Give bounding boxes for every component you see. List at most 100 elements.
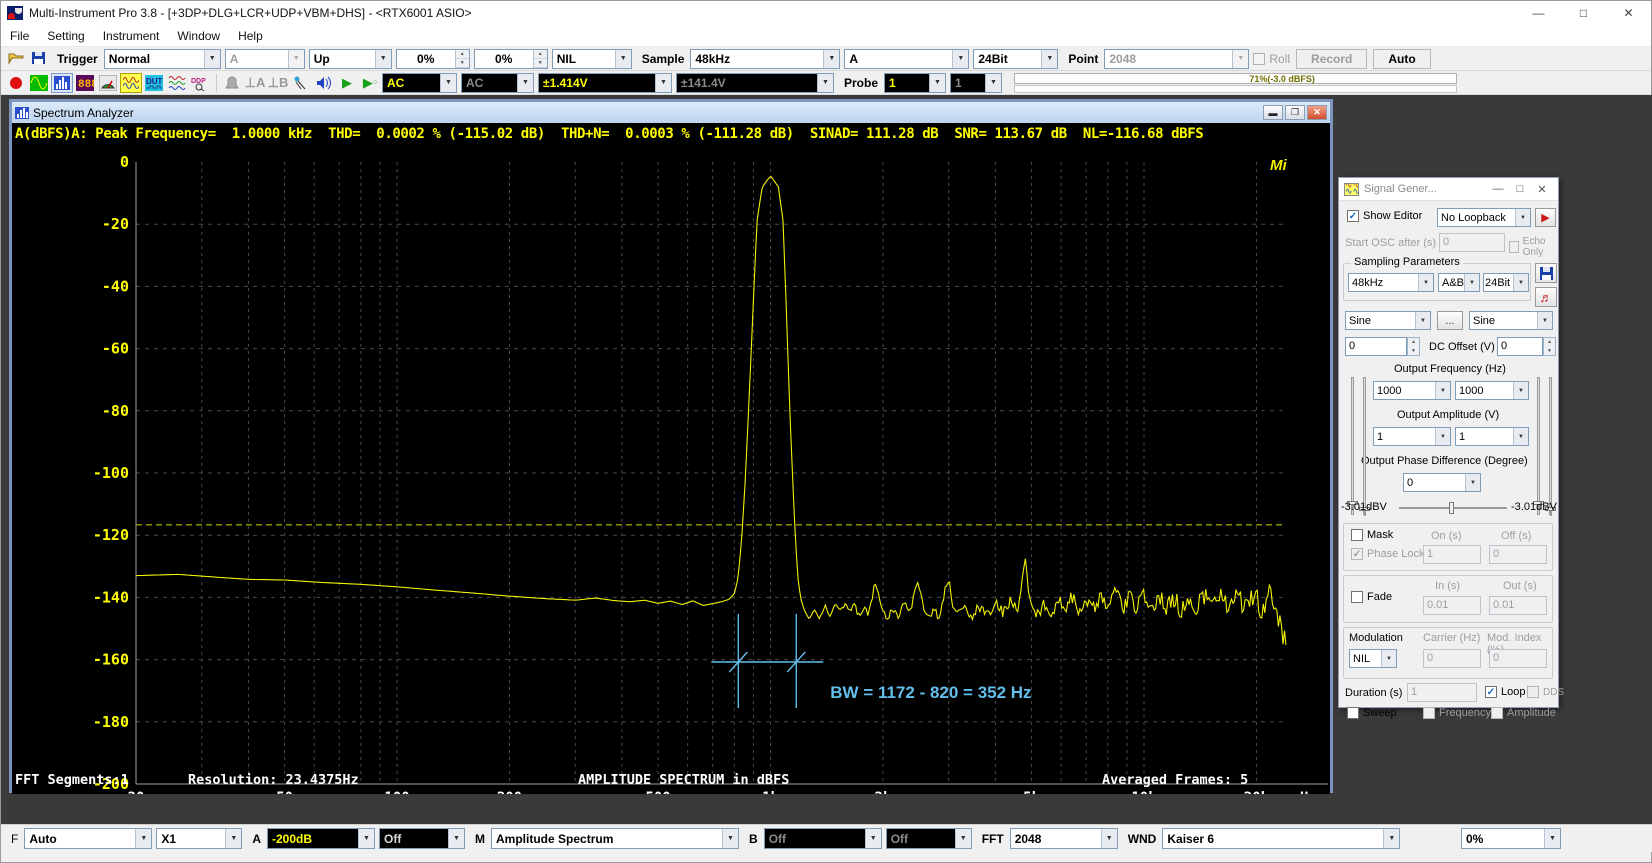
oscilloscope-icon[interactable] [28,73,50,93]
level-slider-a-left[interactable] [1351,377,1354,515]
sg-minimize-button[interactable]: — [1487,180,1509,198]
modulation-mode-select[interactable]: NIL▼ [1349,649,1397,668]
mask-checkbox[interactable]: Mask [1351,529,1393,541]
loop-checkbox[interactable]: ✓Loop [1485,686,1525,698]
chevron-down-icon: ▼ [1101,829,1117,848]
x-tick-label: 5k [1023,790,1040,794]
multimeter-icon[interactable]: 888 [74,73,96,93]
waveform-a-select[interactable]: Sine▼ [1345,311,1431,330]
spectrum-close-button[interactable]: ✕ [1307,105,1327,120]
sg-bits-select[interactable]: 24Bit▼ [1483,273,1529,292]
ddp-viewer-icon[interactable]: DDP [189,73,211,93]
play-icon[interactable]: ▶ [336,73,358,93]
gauge-icon[interactable] [97,73,119,93]
balance-slider[interactable] [1399,507,1507,509]
spectrum-minimize-button[interactable]: ▬ [1263,105,1283,120]
sg-close-button[interactable]: ✕ [1531,180,1553,198]
dc-offset-b-spinner[interactable]: ▲▼ [1543,337,1556,356]
y-tick-label: -180 [93,713,129,731]
sweep-checkbox[interactable]: Sweep [1347,707,1397,719]
a-filter-select[interactable]: Off▼ [379,828,465,849]
probe-a-select[interactable]: 1▼ [884,73,946,93]
menu-instrument[interactable]: Instrument [94,25,169,47]
spectrum-restore-button[interactable]: ❐ [1285,105,1305,120]
level-slider-a-right[interactable] [1537,377,1540,515]
app-logo-icon [7,6,23,20]
open-folder-icon[interactable] [5,49,27,69]
spin-up-icon[interactable]: ▲ [534,50,547,59]
sg-channels-select[interactable]: A&B▼ [1438,273,1480,292]
window-function-select[interactable]: Kaiser 6▼ [1162,828,1400,849]
coupling-a-select[interactable]: AC▼ [382,73,457,93]
dc-offset-a-spinner[interactable]: ▲▼ [1407,337,1420,356]
amplitude-a-select[interactable]: 1▼ [1373,427,1451,446]
chevron-down-icon: ▼ [375,50,391,68]
fft-label: FFT [976,832,1010,846]
chevron-down-icon: ▼ [655,74,671,92]
speaker-icon[interactable] [313,73,335,93]
frequency-b-select[interactable]: 1000▼ [1455,381,1529,400]
menu-setting[interactable]: Setting [38,25,93,47]
sg-play-button[interactable]: ▶ [1535,208,1556,227]
spin-down-icon[interactable]: ▼ [534,59,547,68]
waveform-more-button[interactable]: ... [1437,311,1463,330]
level-slider-b-left[interactable] [1363,377,1366,515]
window-title: Multi-Instrument Pro 3.8 - [+3DP+DLG+LCR… [29,6,472,20]
dc-offset-a-input[interactable]: 0 [1345,337,1407,356]
minimize-button[interactable]: — [1516,1,1561,25]
show-editor-checkbox[interactable]: ✓Show Editor [1347,210,1422,222]
sg-save-button[interactable] [1535,263,1557,283]
level-slider-b-right[interactable] [1549,377,1552,515]
spectrum-mode-select[interactable]: Amplitude Spectrum▼ [491,828,739,849]
overlap-select[interactable]: 0%▼ [1461,828,1561,849]
refresh-mode-select[interactable]: Auto▼ [24,828,152,849]
probe-calibration-icon[interactable] [290,73,312,93]
record-icon[interactable] [5,73,27,93]
save-icon[interactable] [28,49,50,69]
sample-bits-select[interactable]: 24Bit▼ [973,49,1058,69]
sg-sample-rate-select[interactable]: 48kHz▼ [1348,273,1434,292]
chevron-down-icon: ▼ [1381,650,1396,667]
phase-select[interactable]: 0▼ [1403,473,1481,492]
trigger-edge-select[interactable]: Up▼ [309,49,392,69]
spectrum-analyzer-icon[interactable] [51,73,73,93]
spin-up-icon[interactable]: ▲ [456,50,469,59]
maximize-button[interactable]: □ [1561,1,1606,25]
fade-checkbox[interactable]: Fade [1351,591,1392,603]
range-a-select[interactable]: ±1.414V▼ [538,73,672,93]
menu-help[interactable]: Help [229,25,272,47]
menu-file[interactable]: File [1,25,38,47]
mask-on-input: 1 [1423,545,1481,564]
dut-icon[interactable]: DUT [143,73,165,93]
spin-down-icon[interactable]: ▼ [456,59,469,68]
slider-thumb[interactable] [1449,502,1454,514]
sample-channel-select[interactable]: A▼ [844,49,969,69]
trigger-level-spinner[interactable]: 0%▲▼ [396,49,470,69]
spectrum-3d-icon[interactable] [166,73,188,93]
menu-window[interactable]: Window [168,25,229,47]
auto-button[interactable]: Auto [1373,49,1430,69]
toolbar-separator [216,74,217,92]
sg-maximize-button[interactable]: □ [1509,180,1531,198]
signal-generator-title-bar[interactable]: Signal Gener... — □ ✕ [1339,178,1558,201]
sg-music-notes-button[interactable]: ♬ [1535,287,1557,307]
trigger-delay-spinner[interactable]: 0%▲▼ [474,49,548,69]
range-b-select: ±141.4V▼ [676,73,834,93]
sample-rate-select[interactable]: 48kHz▼ [690,49,840,69]
fft-size-select[interactable]: 2048▼ [1010,828,1118,849]
amplitude-b-select[interactable]: 1▼ [1455,427,1529,446]
close-button[interactable]: ✕ [1606,1,1651,25]
waveform-b-select[interactable]: Sine▼ [1469,311,1553,330]
spectrum-plot[interactable]: 0-20-40-60-80-100-120-140-160-180-200205… [12,146,1330,790]
trigger-mode-select[interactable]: Normal▼ [104,49,221,69]
play-loop-icon[interactable]: ▶○ [359,73,381,93]
dc-offset-b-input[interactable]: 0 [1497,337,1543,356]
record-button: Record [1296,49,1367,69]
a-range-select[interactable]: -200dB▼ [267,828,375,849]
spectrum-title-bar[interactable]: Spectrum Analyzer ▬ ❐ ✕ [12,102,1330,123]
trigger-hpf-select[interactable]: NIL▼ [552,49,632,69]
signal-generator-icon[interactable] [120,73,142,93]
loopback-select[interactable]: No Loopback▼ [1437,208,1531,227]
zoom-select[interactable]: X1▼ [156,828,242,849]
frequency-a-select[interactable]: 1000▼ [1373,381,1451,400]
